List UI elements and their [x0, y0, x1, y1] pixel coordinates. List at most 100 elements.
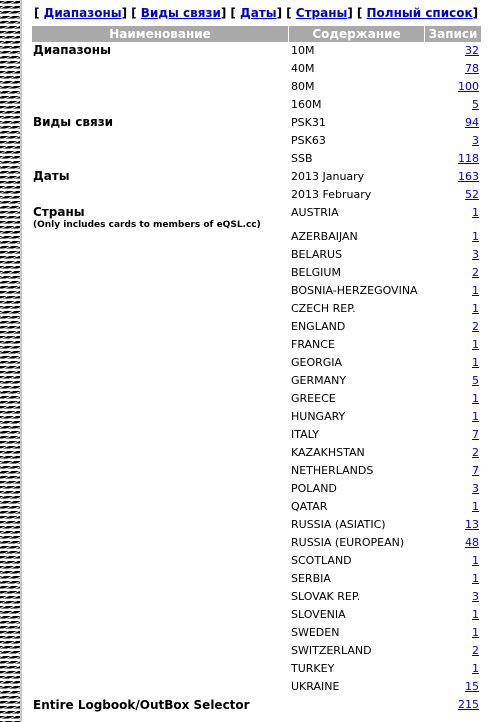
row-count-cell: 1	[425, 390, 481, 408]
row-count-link[interactable]: 5	[472, 374, 479, 387]
nav-link-bands[interactable]: Диапазоны	[44, 6, 122, 20]
row-count-cell: 1	[425, 606, 481, 624]
section-title-text: Виды связи	[33, 115, 114, 129]
row-count-cell: 1	[425, 660, 481, 678]
row-count-link[interactable]: 1	[472, 392, 479, 405]
row-count-link[interactable]: 1	[472, 662, 479, 675]
row-value: 2013 February	[291, 188, 372, 201]
row-count-cell: 3	[425, 246, 481, 264]
nav-link-countries[interactable]: Страны	[296, 6, 348, 20]
table-row: Даты 2013 January 163	[32, 168, 481, 186]
row-count-cell: 48	[425, 534, 481, 552]
row-count-link[interactable]: 32	[465, 44, 479, 57]
row-value: POLAND	[291, 482, 337, 495]
row-value: SWEDEN	[291, 626, 340, 639]
row-value: AZERBAIJAN	[291, 230, 358, 243]
nav-link-full-list[interactable]: Полный список	[367, 6, 473, 20]
row-count-link[interactable]: 1	[472, 626, 479, 639]
footer-count-link[interactable]: 215	[458, 698, 479, 711]
row-count-link[interactable]: 1	[472, 338, 479, 351]
row-count-link[interactable]: 1	[472, 500, 479, 513]
row-count-link[interactable]: 13	[465, 518, 479, 531]
row-count-link[interactable]: 3	[472, 134, 479, 147]
row-count-link[interactable]: 7	[472, 428, 479, 441]
row-value: QATAR	[291, 500, 328, 513]
row-count-cell: 3	[425, 132, 481, 150]
row-count-cell: 1	[425, 354, 481, 372]
row-count-link[interactable]: 1	[472, 284, 479, 297]
row-count-link[interactable]: 2	[472, 320, 479, 333]
row-count-link[interactable]: 1	[472, 608, 479, 621]
row-value: ENGLAND	[291, 320, 346, 333]
row-count-link[interactable]: 1	[472, 356, 479, 369]
row-value: BELARUS	[291, 248, 343, 261]
table-footer-row: Entire Logbook/OutBox Selector 215	[32, 696, 481, 714]
row-count-cell: 1	[425, 408, 481, 426]
row-count-link[interactable]: 1	[472, 410, 479, 423]
row-count-cell: 118	[425, 150, 481, 168]
row-count-cell: 52	[425, 186, 481, 204]
row-value: 80M	[291, 80, 315, 93]
row-value: 2013 January	[291, 170, 365, 183]
row-count-cell: 1	[425, 282, 481, 300]
section-title-dates: Даты	[32, 168, 289, 204]
row-count-link[interactable]: 52	[465, 188, 479, 201]
row-count-link[interactable]: 1	[472, 206, 479, 219]
table-body: Диапазоны 10M 32 40M 78 80M 100 160M 5 Виды связи…	[32, 42, 481, 714]
row-count-link[interactable]: 2	[472, 446, 479, 459]
section-title-bands: Диапазоны	[32, 42, 289, 114]
table-header-row: Наименование Содержание Записи	[32, 26, 481, 42]
row-value: 160M	[291, 98, 322, 111]
nav-item-bands: [ Диапазоны]	[34, 6, 128, 20]
row-value: HUNGARY	[291, 410, 346, 423]
row-count-link[interactable]: 1	[472, 554, 479, 567]
section-title-text: Страны	[33, 205, 85, 219]
row-count-link[interactable]: 2	[472, 266, 479, 279]
row-value: PSK31	[291, 116, 326, 129]
row-value: KAZAKHSTAN	[291, 446, 365, 459]
row-count-cell: 7	[425, 462, 481, 480]
table-row: Виды связи PSK31 94	[32, 114, 481, 132]
nav-link-dates[interactable]: Даты	[240, 6, 277, 20]
row-count-cell: 2	[425, 642, 481, 660]
row-count-link[interactable]: 3	[472, 590, 479, 603]
spiral-binding-decoration	[0, 0, 22, 722]
row-value: SWITZERLAND	[291, 644, 372, 657]
row-value: ITALY	[291, 428, 320, 441]
row-value: SERBIA	[291, 572, 331, 585]
row-value: GERMANY	[291, 374, 347, 387]
row-count-link[interactable]: 3	[472, 482, 479, 495]
row-value: TURKEY	[291, 662, 335, 675]
row-count-cell: 3	[425, 588, 481, 606]
row-count-link[interactable]: 118	[458, 152, 479, 165]
row-count-link[interactable]: 15	[465, 680, 479, 693]
row-count-cell: 1	[425, 570, 481, 588]
section-nav: [ Диапазоны][ Виды связи][ Даты][ Страны…	[34, 6, 482, 20]
row-count-link[interactable]: 1	[472, 572, 479, 585]
row-count-link[interactable]: 5	[472, 98, 479, 111]
row-value: BELGIUM	[291, 266, 341, 279]
table-row: Диапазоны 10M 32	[32, 42, 481, 60]
row-count-link[interactable]: 1	[472, 302, 479, 315]
row-count-link[interactable]: 100	[458, 80, 479, 93]
row-value: FRANCE	[291, 338, 335, 351]
row-count-link[interactable]: 3	[472, 248, 479, 261]
section-note: (Only includes cards to members of eQSL.…	[33, 220, 261, 230]
row-value: PSK63	[291, 134, 326, 147]
row-count-link[interactable]: 2	[472, 644, 479, 657]
section-title-countries: Страны (Only includes cards to members of…	[32, 204, 289, 696]
row-count-cell: 1	[425, 552, 481, 570]
row-count-link[interactable]: 163	[458, 170, 479, 183]
nav-item-dates: [ Даты]	[230, 6, 283, 20]
row-count-link[interactable]: 1	[472, 230, 479, 243]
nav-link-modes[interactable]: Виды связи	[141, 6, 221, 20]
row-count-link[interactable]: 48	[465, 536, 479, 549]
row-count-cell: 100	[425, 78, 481, 96]
footer-count-cell: 215	[425, 696, 481, 714]
table-row: Страны (Only includes cards to members of…	[32, 204, 481, 230]
row-count-link[interactable]: 94	[465, 116, 479, 129]
row-count-cell: 15	[425, 678, 481, 696]
row-count-cell: 5	[425, 372, 481, 390]
row-count-link[interactable]: 7	[472, 464, 479, 477]
row-count-link[interactable]: 78	[465, 62, 479, 75]
